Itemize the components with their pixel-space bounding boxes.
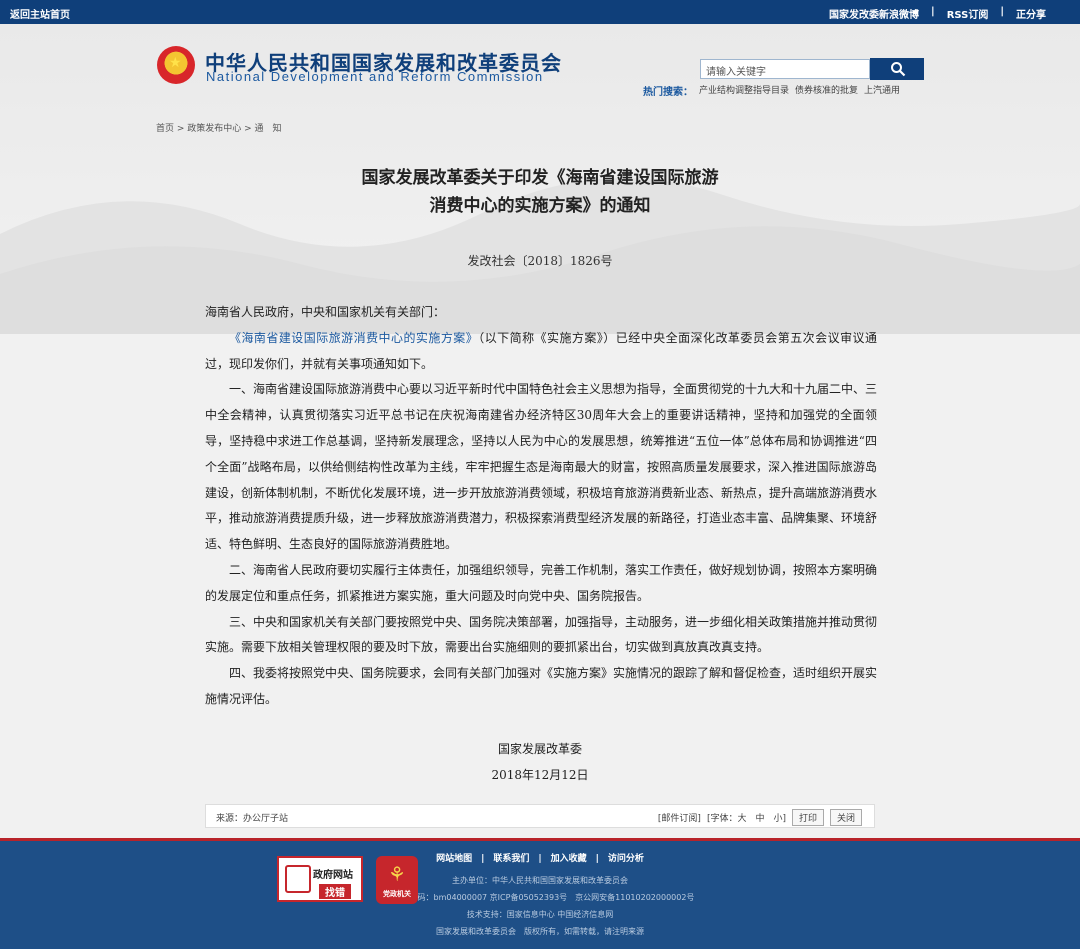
- search-button[interactable]: [870, 58, 924, 80]
- hot-search: 热门搜索： 产业结构调整指导目录 债券核准的批复 上汽通用: [643, 83, 900, 98]
- document-number: 发改社会〔2018〕1826号: [467, 254, 613, 268]
- document-body: 海南省人民政府，中央和国家机关有关部门： 《海南省建设国际旅游消费中心的实施方案…: [205, 300, 877, 713]
- footer-copyright: 国家发展和改革委员会 版权所有，如需转载，请注明来源: [436, 927, 644, 936]
- addressee: 海南省人民政府，中央和国家机关有关部门：: [205, 305, 446, 319]
- email-subscribe-link[interactable]: [邮件订阅]: [658, 811, 701, 824]
- search-icon: [891, 62, 906, 77]
- footer-host: 主办单位：中华人民共和国国家发展和改革委员会: [452, 876, 628, 885]
- gov-site-error-report-badge[interactable]: 政府网站 找错: [277, 856, 363, 902]
- share-link[interactable]: 正分享: [1010, 6, 1052, 21]
- signer: 国家发展改革委: [497, 742, 582, 756]
- document-title: 国家发展改革委关于印发《海南省建设国际旅游 消费中心的实施方案》的通知: [190, 164, 890, 220]
- date: 2018年12月12日: [491, 768, 589, 782]
- paragraph: 二、海南省人民政府要切实履行主体责任，加强组织领导，完善工作机制，落实工作责任，…: [205, 562, 878, 603]
- paragraph: 三、中央和国家机关有关部门要按照党中央、国务院决策部署，加强指导，主动服务，进一…: [205, 614, 878, 655]
- print-button[interactable]: 打印: [791, 809, 824, 826]
- paragraph: 一、海南省建设国际旅游消费中心要以习近平新时代中国特色社会主义思想为指导，全面贯…: [205, 382, 878, 552]
- hot-search-item[interactable]: 上汽通用: [864, 83, 900, 98]
- footer-icp[interactable]: 网站标识码：bm04000007 京ICP备05052393号 京公网安备110…: [0, 892, 1080, 903]
- close-button[interactable]: 关闭: [829, 809, 862, 826]
- paragraph: 四、我委将按照党中央、国务院要求，会同有关部门加强对《实施方案》实施情况的跟踪了…: [205, 666, 878, 706]
- footer-links[interactable]: 网站地图 | 联系我们 | 加入收藏 | 访问分析: [0, 851, 1080, 864]
- signature-block: 国家发展改革委 2018年12月12日: [190, 736, 890, 788]
- footer-tech: 技术支持：国家信息中心 中国经济信息网: [466, 910, 614, 919]
- hot-search-item[interactable]: 产业结构调整指导目录: [699, 83, 789, 98]
- attachment-link[interactable]: 《海南省建设国际旅游消费中心的实施方案》: [229, 331, 478, 345]
- hot-search-item[interactable]: 债券核准的批复: [795, 83, 858, 98]
- top-links: 国家发改委新浪微博 | RSS订阅 | 正分享: [823, 6, 1052, 21]
- footer: 网站地图 | 联系我们 | 加入收藏 | 访问分析 主办单位：中华人民共和国国家…: [0, 838, 1080, 949]
- national-emblem-logo[interactable]: ★: [157, 46, 195, 84]
- weibo-link[interactable]: 国家发改委新浪微博: [823, 6, 925, 21]
- breadcrumb[interactable]: 首页 > 政策发布中心 > 通 知: [156, 121, 282, 134]
- divider: |: [1000, 6, 1004, 17]
- magnifier-icon: [285, 865, 311, 893]
- emblem-icon: ⚘: [388, 862, 406, 886]
- home-link[interactable]: 返回主站首页: [10, 6, 70, 21]
- hot-search-label: 热门搜索：: [643, 87, 693, 98]
- rss-link[interactable]: RSS订阅: [941, 6, 995, 21]
- paragraph: 《海南省建设国际旅游消费中心的实施方案》（以下简称《实施方案》）已经中央全面深化…: [205, 330, 877, 371]
- source-label: 来源：办公厅子站: [216, 814, 289, 824]
- site-title-en[interactable]: National Development and Reform Commissi…: [206, 69, 544, 84]
- article-toolbar: 来源：办公厅子站 [邮件订阅] [字体：大 中 小] 打印 关闭: [205, 804, 875, 828]
- title-line: 国家发展改革委关于印发《海南省建设国际旅游: [361, 168, 719, 188]
- title-line: 消费中心的实施方案》的通知: [429, 196, 651, 216]
- top-bar: 返回主站首页 国家发改委新浪微博 | RSS订阅 | 正分享: [0, 0, 1080, 24]
- divider: |: [931, 6, 935, 17]
- search-input[interactable]: 请输入关键字: [700, 59, 870, 79]
- font-size-control[interactable]: [字体：大 中 小]: [707, 811, 786, 824]
- party-gov-agency-badge[interactable]: ⚘ 党政机关: [376, 856, 418, 904]
